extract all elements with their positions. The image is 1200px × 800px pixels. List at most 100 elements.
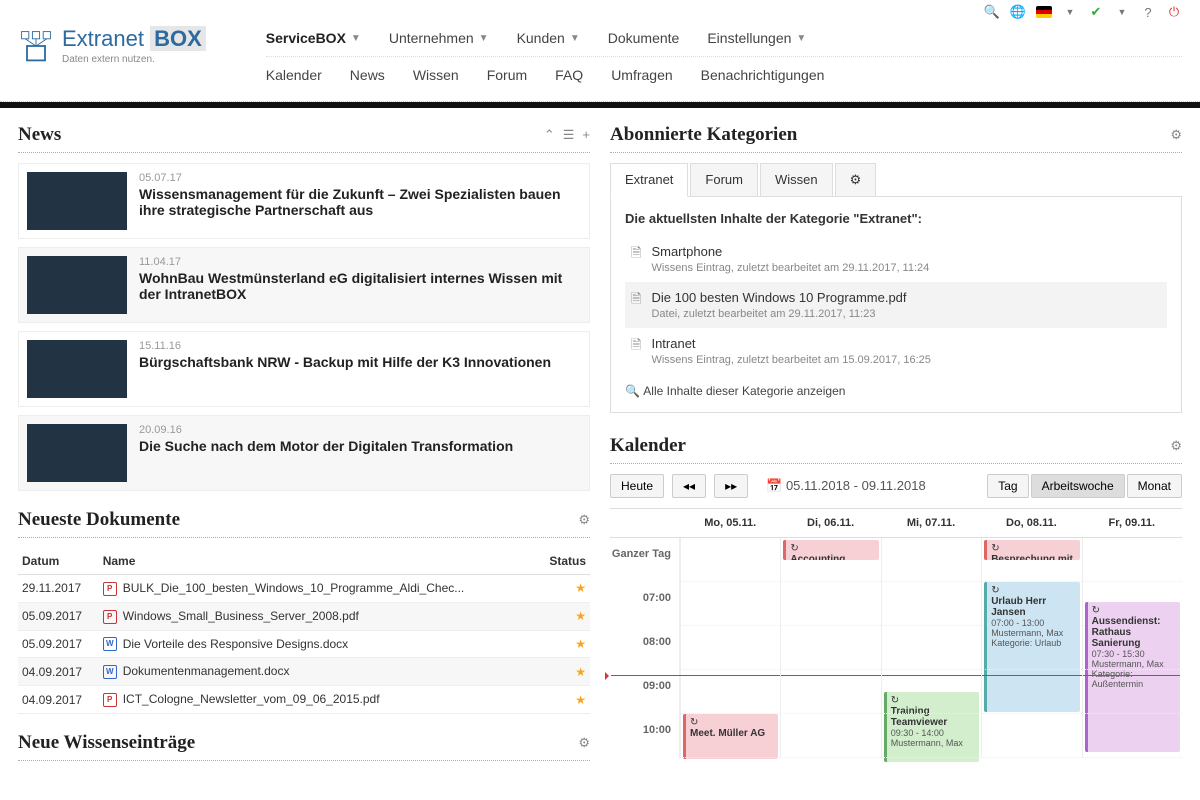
nav-secondary-0[interactable]: Kalender [266,67,322,83]
cal-cell[interactable] [1082,714,1182,758]
help-icon[interactable]: ? [1140,4,1156,20]
doc-icon: W [103,665,117,679]
cal-cell[interactable] [981,670,1081,714]
cal-allday-event[interactable]: ↻ Besprechung mit [984,540,1079,560]
globe-icon[interactable]: 🌐 [1010,4,1026,20]
caret-down-icon[interactable]: ▼ [1114,4,1130,20]
cal-cell[interactable]: ↻ Urlaub Herr Jansen07:00 - 13:00 Muster… [981,582,1081,626]
nav-secondary-5[interactable]: Umfragen [611,67,672,83]
cal-cell[interactable] [1082,626,1182,670]
nav-primary-1[interactable]: Unternehmen▼ [389,30,489,46]
nav-primary-4[interactable]: Einstellungen▼ [707,30,806,46]
nav-secondary-1[interactable]: News [350,67,385,83]
news-item[interactable]: 11.04.17WohnBau Westmünsterland eG digit… [18,247,590,323]
cat-item[interactable]: 🗎IntranetWissens Eintrag, zuletzt bearbe… [625,328,1167,374]
collapse-icon[interactable]: ⌃ [544,127,555,143]
news-thumb [27,172,127,230]
doc-row[interactable]: 04.09.2017WDokumentenmanagement.docx★ [18,658,590,686]
star-icon: ★ [575,665,586,679]
cal-cell[interactable] [780,626,880,670]
cal-cell[interactable] [680,670,780,714]
cats-more-link[interactable]: 🔍 Alle Inhalte dieser Kategorie anzeigen [625,384,1167,398]
list-icon[interactable]: ☰ [563,127,575,143]
cat-tab-settings[interactable]: ⚙ [835,163,877,196]
news-date: 05.07.17 [139,172,581,184]
nav-primary-2[interactable]: Kunden▼ [517,30,580,46]
cal-hour-label: 10:00 [610,714,680,758]
power-icon[interactable]: ⏻ [1166,4,1182,20]
recur-icon: ↻ [790,543,798,554]
cal-cell[interactable] [981,714,1081,758]
cal-allday-cell[interactable]: ↻ Accounting [780,538,880,582]
caret-down-icon: ▼ [570,33,580,44]
cat-tab[interactable]: Forum [690,163,758,196]
caret-down-icon[interactable]: ▼ [1062,4,1078,20]
cal-cell[interactable]: ↻ Aussendienst: Rathaus Sanierung07:30 -… [1082,582,1182,626]
cat-tab[interactable]: Extranet [610,163,688,197]
docs-col-name: Name [99,548,537,575]
gear-icon[interactable]: ⚙ [1170,438,1182,454]
star-icon: ★ [575,693,586,707]
cal-view-week[interactable]: Arbeitswoche [1031,474,1125,498]
cat-item[interactable]: 🗎SmartphoneWissens Eintrag, zuletzt bear… [625,236,1167,282]
gear-icon[interactable]: ⚙ [578,512,590,528]
nav-secondary-6[interactable]: Benachrichtigungen [701,67,825,83]
cal-cell[interactable] [981,626,1081,670]
cal-hour-label: 09:00 [610,670,680,714]
cal-cell[interactable] [780,670,880,714]
cal-view-month[interactable]: Monat [1127,474,1182,498]
calendar-icon: 📅 [766,478,782,493]
news-item[interactable]: 15.11.16Bürgschaftsbank NRW - Backup mit… [18,331,590,407]
cal-cell[interactable] [780,714,880,758]
wiki-panel-title: Neue Wissenseinträge [18,732,195,754]
cal-cell[interactable]: ↻ Training Teamviewer09:30 - 14:00 Muste… [881,582,981,626]
caret-down-icon: ▼ [351,33,361,44]
flag-de-icon[interactable] [1036,6,1052,18]
caret-down-icon: ▼ [479,33,489,44]
logo[interactable]: Extranet BOX Daten extern nutzen. [18,20,206,65]
cal-allday-cell[interactable]: ↻ Besprechung mit [981,538,1081,582]
gear-icon[interactable]: ⚙ [578,735,590,751]
news-item[interactable]: 20.09.16Die Suche nach dem Motor der Dig… [18,415,590,491]
nav-secondary-3[interactable]: Forum [487,67,527,83]
status-ok-icon[interactable]: ✔ [1088,4,1104,20]
doc-row[interactable]: 05.09.2017WDie Vorteile des Responsive D… [18,630,590,658]
cal-cell[interactable] [881,714,981,758]
cal-cell[interactable] [881,670,981,714]
cal-cell[interactable] [680,626,780,670]
nav-primary-3[interactable]: Dokumente [608,30,680,46]
news-title: Wissensmanagement für die Zukunft – Zwei… [139,186,581,218]
cal-view-day[interactable]: Tag [987,474,1028,498]
search-icon[interactable]: 🔍 [984,4,1000,20]
cal-cell[interactable] [780,582,880,626]
cal-day-head: Mo, 05.11. [680,509,780,538]
doc-row[interactable]: 04.09.2017PICT_Cologne_Newsletter_vom_09… [18,686,590,714]
news-item[interactable]: 05.07.17 Wissensmanagement für die Zukunf… [18,163,590,239]
cal-cell[interactable]: ↻ Meet. Müller AG [680,582,780,626]
cal-allday-event[interactable]: ↻ Accounting [783,540,878,560]
cal-cell[interactable] [1082,670,1182,714]
add-icon[interactable]: + [582,127,590,143]
doc-row[interactable]: 29.11.2017PBULK_Die_100_besten_Windows_1… [18,575,590,603]
doc-row[interactable]: 05.09.2017PWindows_Small_Business_Server… [18,602,590,630]
cal-day-head: Fr, 09.11. [1082,509,1182,538]
cal-allday-label: Ganzer Tag [610,538,680,582]
cal-allday-cell[interactable] [1082,538,1182,582]
cal-next-button[interactable]: ▸▸ [714,474,748,498]
cal-cell[interactable] [680,714,780,758]
recur-icon: ↻ [991,543,999,554]
nav-secondary-4[interactable]: FAQ [555,67,583,83]
cal-allday-cell[interactable] [881,538,981,582]
cat-tab[interactable]: Wissen [760,163,833,196]
cat-item[interactable]: 🗎Die 100 besten Windows 10 Programme.pdf… [625,282,1167,328]
cal-cell[interactable] [881,626,981,670]
cal-allday-cell[interactable] [680,538,780,582]
file-icon: 🗎 [631,336,641,366]
nav-primary-0[interactable]: ServiceBOX▼ [266,30,361,46]
cal-prev-button[interactable]: ◂◂ [672,474,706,498]
cal-today-button[interactable]: Heute [610,474,664,498]
gear-icon[interactable]: ⚙ [1170,127,1182,143]
recur-icon: ↻ [991,585,999,596]
star-icon: ★ [575,581,586,595]
nav-secondary-2[interactable]: Wissen [413,67,459,83]
